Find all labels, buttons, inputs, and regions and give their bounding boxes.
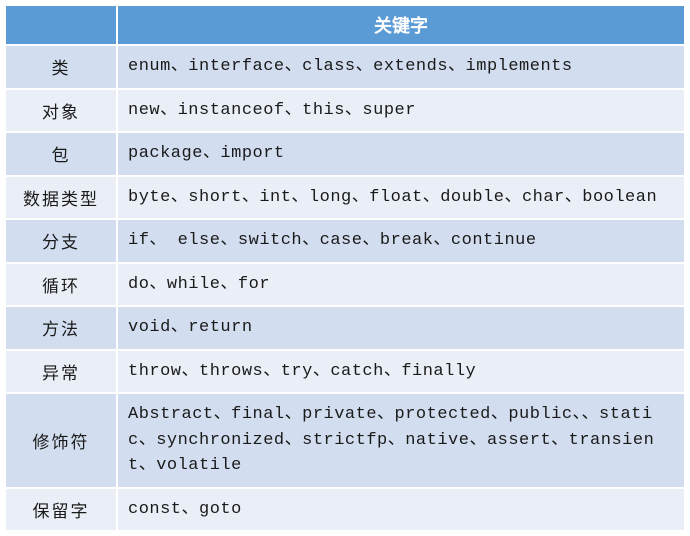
category-cell: 分支 [6,220,116,262]
category-cell: 类 [6,46,116,88]
keywords-cell: new、instanceof、this、super [118,90,684,132]
table-row: 数据类型 byte、short、int、long、float、double、ch… [6,177,684,219]
keywords-table: 关键字 类 enum、interface、class、extends、imple… [4,4,686,532]
header-title: 关键字 [118,6,684,44]
table-row: 分支 if、 else、switch、case、break、continue [6,220,684,262]
table-row: 修饰符 Abstract、final、private、protected、pub… [6,394,684,487]
table-header-row: 关键字 [6,6,684,44]
keywords-cell: if、 else、switch、case、break、continue [118,220,684,262]
keywords-cell: do、while、for [118,264,684,306]
keywords-cell: const、goto [118,489,684,531]
table-row: 方法 void、return [6,307,684,349]
keywords-cell: enum、interface、class、extends、implements [118,46,684,88]
table-row: 类 enum、interface、class、extends、implement… [6,46,684,88]
category-cell: 数据类型 [6,177,116,219]
table-row: 异常 throw、throws、try、catch、finally [6,351,684,393]
table-row: 循环 do、while、for [6,264,684,306]
category-cell: 修饰符 [6,394,116,487]
category-cell: 对象 [6,90,116,132]
keywords-cell: void、return [118,307,684,349]
category-cell: 包 [6,133,116,175]
keywords-cell: byte、short、int、long、float、double、char、bo… [118,177,684,219]
table-row: 保留字 const、goto [6,489,684,531]
table-row: 包 package、import [6,133,684,175]
category-cell: 异常 [6,351,116,393]
keywords-cell: package、import [118,133,684,175]
header-spacer [6,6,116,44]
category-cell: 方法 [6,307,116,349]
keywords-cell: Abstract、final、private、protected、public、… [118,394,684,487]
keywords-cell: throw、throws、try、catch、finally [118,351,684,393]
category-cell: 循环 [6,264,116,306]
table-row: 对象 new、instanceof、this、super [6,90,684,132]
table-body: 类 enum、interface、class、extends、implement… [6,46,684,530]
category-cell: 保留字 [6,489,116,531]
